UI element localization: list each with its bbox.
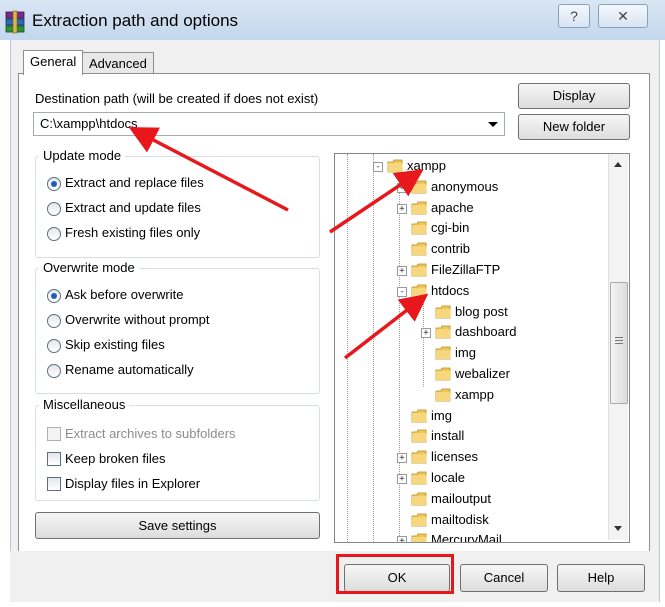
close-title-button[interactable]: ✕ (598, 4, 648, 28)
new-folder-button[interactable]: New folder (518, 114, 630, 140)
help-button[interactable]: Help (557, 564, 645, 592)
tree-node[interactable]: mailtodisk (431, 510, 489, 530)
tab-general[interactable]: General (23, 50, 84, 75)
tree-node[interactable]: locale (431, 468, 465, 488)
folder-icon (411, 180, 428, 194)
title-bar: Extraction path and options ? ✕ (0, 0, 665, 40)
destination-label: Destination path (will be created if doe… (35, 91, 319, 106)
radio-skip-existing[interactable] (47, 339, 61, 353)
tab-advanced[interactable]: Advanced (82, 52, 154, 75)
tree-node[interactable]: xampp (407, 156, 446, 176)
option-display-in-explorer-label[interactable]: Display files in Explorer (65, 476, 200, 491)
folder-icon (411, 450, 428, 464)
option-skip-existing-label[interactable]: Skip existing files (65, 337, 165, 352)
tree-node[interactable]: mailoutput (431, 489, 491, 509)
collapse-minus-icon[interactable]: - (373, 162, 383, 172)
folder-tree[interactable]: - xampp + anonymous + apache cgi-bin contrib + Fi… (334, 153, 630, 543)
expand-plus-icon[interactable]: + (421, 328, 431, 339)
option-extract-replace-label[interactable]: Extract and replace files (65, 175, 204, 190)
option-keep-broken-files-label[interactable]: Keep broken files (65, 451, 165, 466)
folder-icon (411, 221, 428, 235)
scroll-up-icon[interactable] (614, 162, 622, 167)
folder-icon (411, 492, 428, 506)
option-overwrite-without-prompt-label[interactable]: Overwrite without prompt (65, 312, 210, 327)
option-fresh-existing-label[interactable]: Fresh existing files only (65, 225, 200, 240)
tree-node[interactable]: dashboard (455, 322, 516, 342)
option-ask-before-overwrite-label[interactable]: Ask before overwrite (65, 287, 184, 302)
folder-icon (435, 388, 452, 402)
miscellaneous-title: Miscellaneous (39, 397, 130, 412)
folder-icon (411, 513, 428, 527)
tree-node[interactable]: install (431, 426, 464, 446)
tree-node[interactable]: MercuryMail (431, 530, 502, 542)
collapse-minus-icon[interactable]: - (397, 286, 407, 297)
folder-icon (411, 471, 428, 485)
radio-extract-update[interactable] (47, 202, 61, 216)
scroll-down-icon[interactable] (614, 526, 622, 531)
tree-node[interactable]: contrib (431, 239, 470, 259)
expand-plus-icon[interactable]: + (397, 182, 407, 193)
expand-plus-icon[interactable]: + (397, 266, 407, 276)
update-mode-title: Update mode (39, 148, 126, 163)
tree-node[interactable]: cgi-bin (431, 218, 469, 238)
folder-icon (411, 201, 428, 215)
expand-plus-icon[interactable]: + (397, 203, 407, 214)
cancel-button[interactable]: Cancel (460, 564, 548, 592)
tree-node[interactable]: apache (431, 198, 474, 218)
tree-node[interactable]: img (431, 406, 452, 426)
expand-plus-icon[interactable]: + (397, 474, 407, 484)
tree-node[interactable]: licenses (431, 447, 478, 467)
folder-icon (435, 346, 452, 360)
checkbox-keep-broken-files[interactable] (47, 452, 61, 466)
tree-node[interactable]: blog post (455, 302, 508, 322)
folder-icon (387, 159, 404, 173)
extraction-dialog: Extraction path and options ? ✕ General … (0, 0, 665, 607)
folder-icon (411, 284, 428, 298)
ok-highlight-box (336, 554, 454, 594)
tree-node[interactable]: htdocs (431, 281, 469, 301)
folder-icon (411, 263, 428, 277)
expand-plus-icon[interactable]: + (397, 536, 407, 542)
tree-node[interactable]: anonymous (431, 177, 498, 197)
folder-icon (411, 242, 428, 256)
tree-node[interactable]: img (455, 343, 476, 363)
radio-fresh-existing[interactable] (47, 227, 61, 241)
scroll-thumb[interactable] (610, 282, 628, 404)
tree-node[interactable]: FileZillaFTP (431, 260, 500, 280)
option-extract-update-label[interactable]: Extract and update files (65, 200, 201, 215)
option-extract-to-subfolders-label: Extract archives to subfolders (65, 426, 236, 441)
save-settings-button[interactable]: Save settings (35, 512, 320, 539)
radio-rename-automatically[interactable] (47, 364, 61, 378)
tree-scrollbar[interactable] (608, 154, 628, 540)
tree-node[interactable]: webalizer (455, 364, 510, 384)
folder-icon (435, 305, 452, 319)
tree-node[interactable]: xampp (455, 385, 494, 405)
option-rename-automatically-label[interactable]: Rename automatically (65, 362, 194, 377)
radio-overwrite-without-prompt[interactable] (47, 314, 61, 328)
checkbox-extract-to-subfolders (47, 427, 61, 441)
help-title-button[interactable]: ? (558, 4, 590, 28)
folder-icon (411, 533, 428, 542)
radio-ask-before-overwrite[interactable] (47, 289, 61, 303)
folder-icon (435, 367, 452, 381)
destination-path-value: C:\xampp\htdocs (40, 116, 138, 131)
window-title: Extraction path and options (32, 11, 239, 30)
display-button[interactable]: Display (518, 83, 630, 109)
folder-icon (411, 409, 428, 423)
checkbox-display-in-explorer[interactable] (47, 477, 61, 491)
folder-icon (435, 325, 452, 339)
winrar-app-icon (4, 10, 26, 34)
folder-icon (411, 429, 428, 443)
chevron-down-icon[interactable] (488, 122, 498, 127)
overwrite-mode-title: Overwrite mode (39, 260, 139, 275)
radio-extract-replace[interactable] (47, 177, 61, 191)
expand-plus-icon[interactable]: + (397, 453, 407, 464)
destination-path-combo[interactable]: C:\xampp\htdocs (33, 112, 505, 136)
